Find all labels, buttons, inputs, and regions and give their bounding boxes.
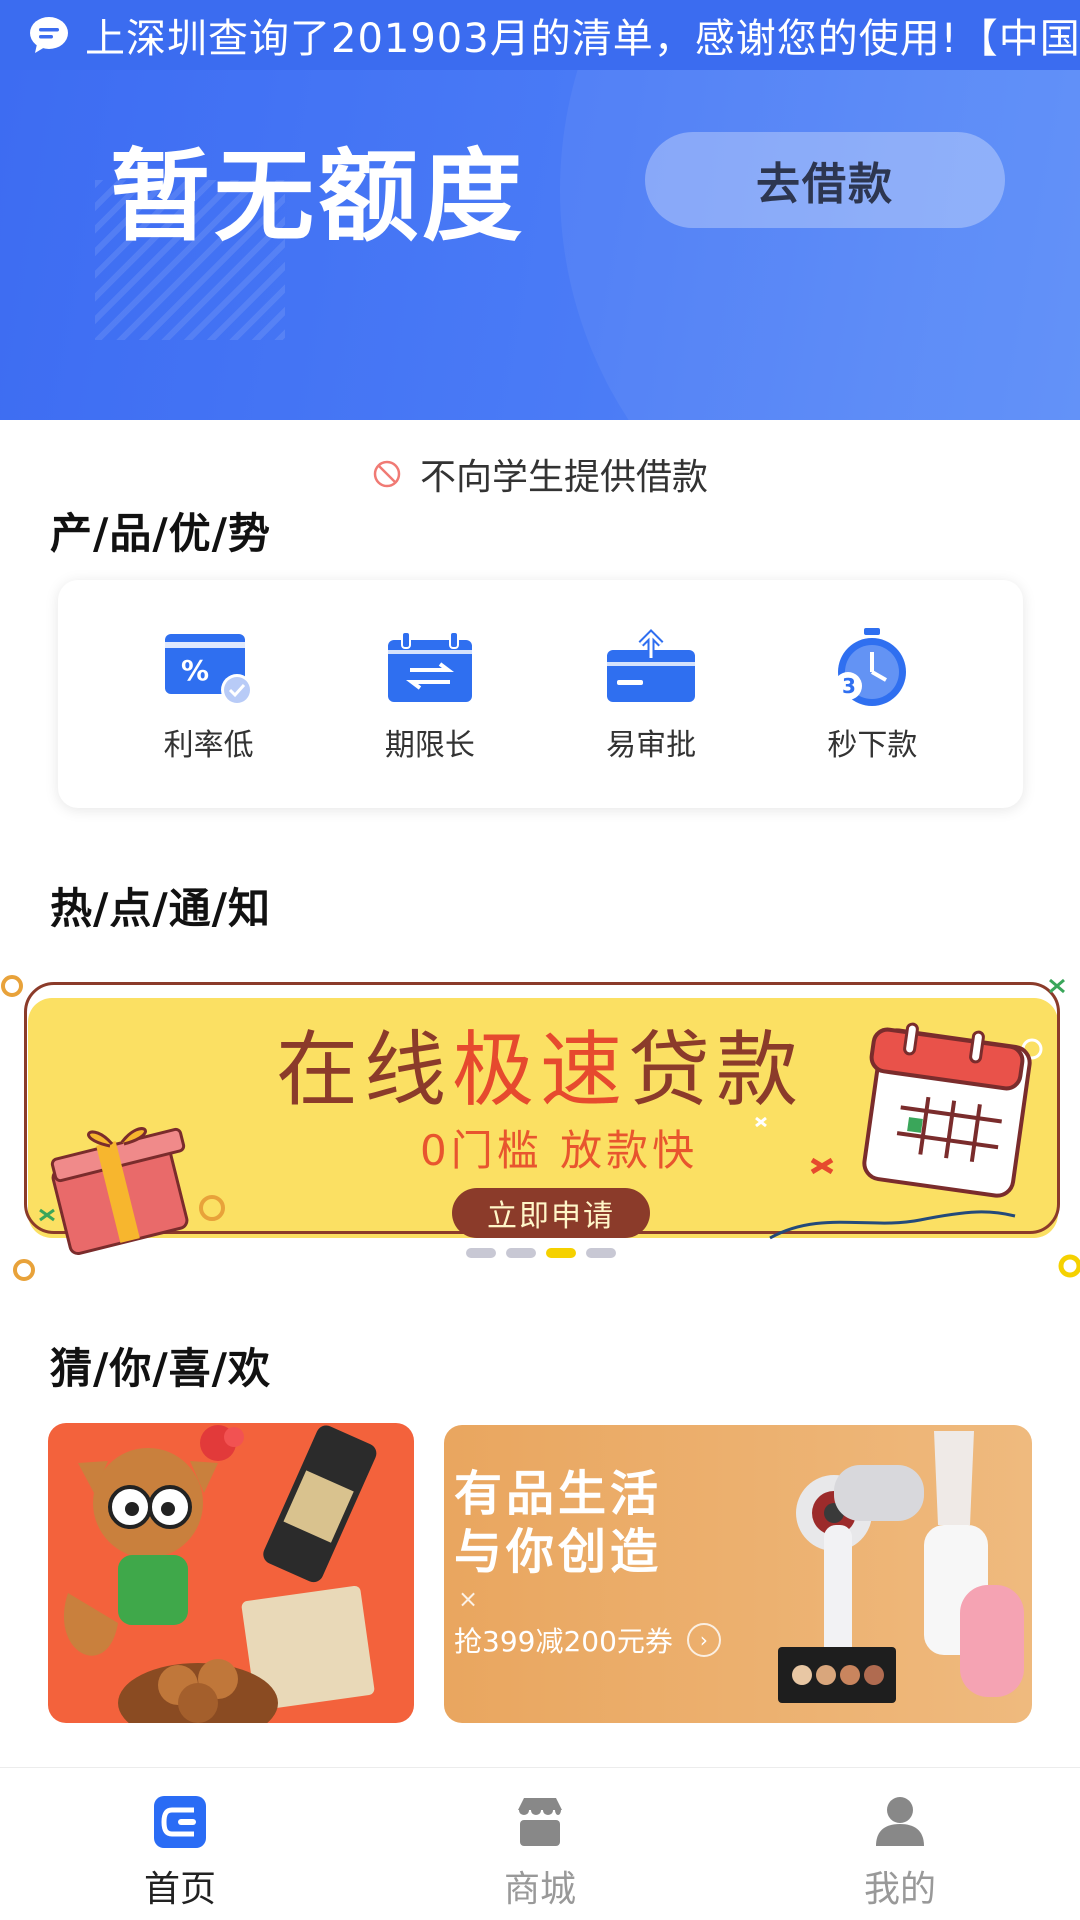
carousel-dot[interactable] [586,1248,616,1258]
credit-hero-panel: 暂无额度 去借款 [0,70,1080,420]
marquee-text: 上深圳查询了201903月的清单，感谢您的使用!【中国 [85,16,1080,62]
banner-title: 在线极速贷款 [0,1003,1080,1122]
lifestyle-title-line: 与你创造 [454,1524,663,1580]
store-icon [517,1798,563,1846]
nav-item-me[interactable]: 我的 [720,1768,1080,1920]
advantages-card: % 利率低 期限长 易审批 3 秒下款 [58,580,1023,808]
advantage-item-low-rate: % 利率低 [119,580,299,808]
stopwatch-icon: 3 [834,628,907,706]
nav-label: 我的 [863,1869,936,1910]
lifestyle-title: 有品生活 与你创造 [454,1465,662,1581]
advantage-item-long-term: 期限长 [340,580,520,808]
svg-text:%: % [181,654,209,687]
calendar-exchange-icon [387,631,472,702]
message-bubble-icon [30,17,68,53]
banner-title-part: 贷款 [628,1023,805,1118]
nav-label: 商城 [503,1869,576,1910]
advantages-title: 产/品/优/势 [50,509,272,558]
appliances-promo-image [778,1431,1024,1703]
app-root: 上深圳查询了201903月的清单，感谢您的使用!【中国 暂无额度 去借款 不向学… [0,0,1080,1920]
user-profile-icon [876,1797,924,1846]
coupon-text: 抢399减200元券 [454,1625,673,1658]
lifestyle-title-line: 有品生活 [454,1466,663,1522]
prohibited-icon [373,460,401,488]
nav-label: 首页 [143,1869,216,1910]
recommend-title: 猜/你/喜/欢 [50,1344,272,1393]
advantage-label: 利率低 [163,728,254,763]
hot-notice-title: 热/点/通/知 [50,884,272,933]
carousel-dot-active[interactable] [546,1248,576,1258]
carousel-dot[interactable] [466,1248,496,1258]
nav-item-mall[interactable]: 商城 [360,1768,720,1920]
nav-item-home[interactable]: 首页 [0,1768,360,1920]
recommend-card-snacks[interactable] [48,1423,414,1723]
bottom-nav: 首页 商城 我的 [0,1767,1080,1920]
decor-x-mark: × [458,1585,479,1613]
snacks-promo-image [63,1425,377,1723]
upload-box-icon [607,629,696,702]
banner-subtitle: 0门槛 放款快 [420,1126,699,1175]
carousel-indicator [466,1248,616,1258]
home-wallet-icon [154,1796,206,1848]
advantage-label: 秒下款 [827,728,918,763]
carousel-dot[interactable] [506,1248,536,1258]
chevron-right-icon: › [686,1623,721,1657]
banner-title-highlight: 极速 [451,1023,628,1118]
student-notice-text: 不向学生提供借款 [419,457,708,498]
student-notice: 不向学生提供借款 [0,448,1080,500]
apply-now-button[interactable]: 立即申请 [452,1188,650,1238]
low-rate-card-icon: % [164,634,253,706]
marquee-notice-bar[interactable]: 上深圳查询了201903月的清单，感谢您的使用!【中国 [0,0,1080,70]
banner-title-part: 在线 [275,1023,452,1118]
svg-text:3: 3 [842,674,856,698]
credit-amount: 暂无额度 [110,138,526,255]
advantage-label: 易审批 [606,728,697,763]
advantage-item-easy-approval: 易审批 [561,580,741,808]
recommend-card-lifestyle[interactable]: 有品生活 与你创造 × 抢399减200元券 › [444,1425,1032,1723]
coupon-link[interactable]: 抢399减200元券 › [454,1620,721,1660]
advantage-label: 期限长 [384,728,475,763]
borrow-button[interactable]: 去借款 [645,132,1005,228]
hero-decoration [560,70,1080,420]
promo-banner-carousel[interactable]: 在线极速贷款 0门槛 放款快 立即申请 [0,970,1080,1290]
advantage-item-fast-loan: 3 秒下款 [782,580,962,808]
